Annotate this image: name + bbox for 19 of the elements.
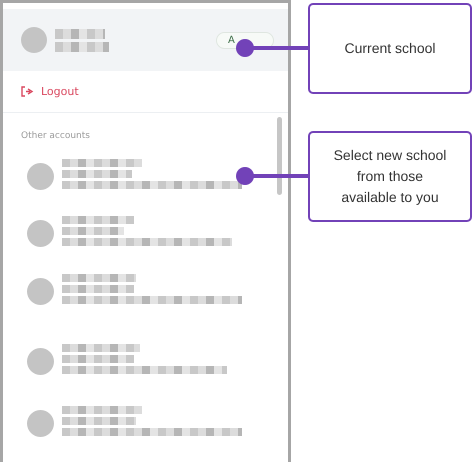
avatar-icon [27, 278, 54, 305]
blurred-text [62, 216, 134, 224]
blurred-text [55, 42, 109, 52]
avatar-icon [27, 410, 54, 437]
avatar-icon [27, 348, 54, 375]
scrollbar[interactable] [277, 117, 282, 195]
blurred-text [62, 355, 134, 363]
logout-icon [21, 86, 35, 98]
callout-box: Select new school from those available to you [308, 131, 472, 222]
logout-button[interactable]: Logout [3, 71, 288, 113]
avatar-icon [27, 163, 54, 190]
section-heading: Other accounts [21, 131, 90, 141]
blurred-text [55, 28, 105, 39]
avatar-icon [27, 220, 54, 247]
blurred-text [62, 170, 132, 178]
blurred-text [62, 227, 124, 235]
blurred-text [62, 285, 134, 293]
callout-box: Current school [308, 3, 472, 94]
avatar-icon [21, 27, 47, 54]
